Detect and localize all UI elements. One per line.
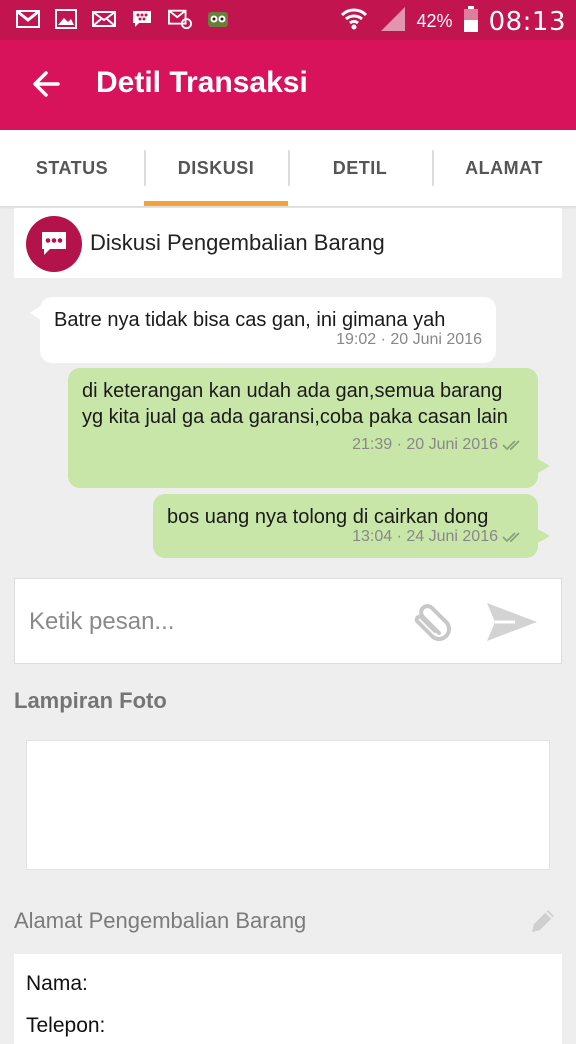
image-icon <box>54 8 78 30</box>
message-outgoing: bos uang nya tolong di cairkan dong 13:0… <box>153 494 550 558</box>
edit-address-button[interactable] <box>526 904 560 938</box>
attachments-label: Lampiran Foto <box>14 688 167 713</box>
email-icon <box>168 8 192 30</box>
return-address-label: Alamat Pengembalian Barang <box>14 908 307 933</box>
notification-icons <box>16 8 230 30</box>
return-address-card: Nama: Telepon: <box>14 954 562 1044</box>
tab-detil[interactable]: DETIL <box>288 130 432 206</box>
message-outgoing: di keterangan kan udah ada gan,semua bar… <box>68 368 550 488</box>
send-icon <box>487 603 537 641</box>
gmail-icon <box>16 8 40 30</box>
tab-status[interactable]: STATUS <box>0 130 144 206</box>
discussion-title: Diskusi Pengembalian Barang <box>90 230 385 255</box>
message-time: 21:39 · 20 Juni 2016 <box>352 436 498 453</box>
double-check-icon <box>502 532 520 543</box>
paperclip-icon <box>414 604 451 641</box>
status-bar: 42% 08:13 <box>0 0 576 40</box>
back-button[interactable] <box>28 64 68 104</box>
wifi-icon <box>339 4 369 39</box>
page-title: Detil Transaksi <box>96 66 308 99</box>
clock: 08:13 <box>488 6 566 37</box>
tab-diskusi[interactable]: DISKUSI <box>144 130 288 206</box>
tab-bar: STATUS DISKUSI DETIL ALAMAT <box>0 130 576 206</box>
message-time: 19:02 · 20 Juni 2016 <box>336 331 482 348</box>
address-phone-label: Telepon: <box>26 1014 106 1037</box>
system-status: 42% 08:13 <box>339 4 566 39</box>
back-arrow-icon <box>33 71 60 97</box>
owl-app-icon <box>206 8 230 30</box>
message-text: bos uang nya tolong di cairkan dong <box>167 506 489 528</box>
message-text: di keterangan kan udah ada gan,semua bar… <box>82 380 508 428</box>
discussion-header: Diskusi Pengembalian Barang <box>14 208 562 278</box>
address-name-label: Nama: <box>26 972 88 995</box>
attach-button[interactable] <box>409 599 459 645</box>
message-text: Batre nya tidak bisa cas gan, ini gimana… <box>54 309 446 331</box>
app-bar: Detil Transaksi <box>0 40 576 130</box>
send-button[interactable] <box>481 599 541 645</box>
chat-icon <box>26 216 82 272</box>
photo-attachment-area[interactable] <box>26 740 550 870</box>
mail-icon <box>92 8 116 30</box>
pencil-icon <box>532 910 554 932</box>
tab-alamat[interactable]: ALAMAT <box>432 130 576 206</box>
signal-icon <box>379 5 407 38</box>
battery-icon <box>463 5 479 38</box>
double-check-icon <box>502 440 520 451</box>
message-time: 13:04 · 24 Juni 2016 <box>352 528 498 545</box>
battery-percent: 42% <box>416 11 453 31</box>
message-input[interactable] <box>27 599 401 645</box>
bbm-icon <box>130 8 154 30</box>
message-incoming: Batre nya tidak bisa cas gan, ini gimana… <box>30 297 496 363</box>
message-composer <box>14 578 562 664</box>
